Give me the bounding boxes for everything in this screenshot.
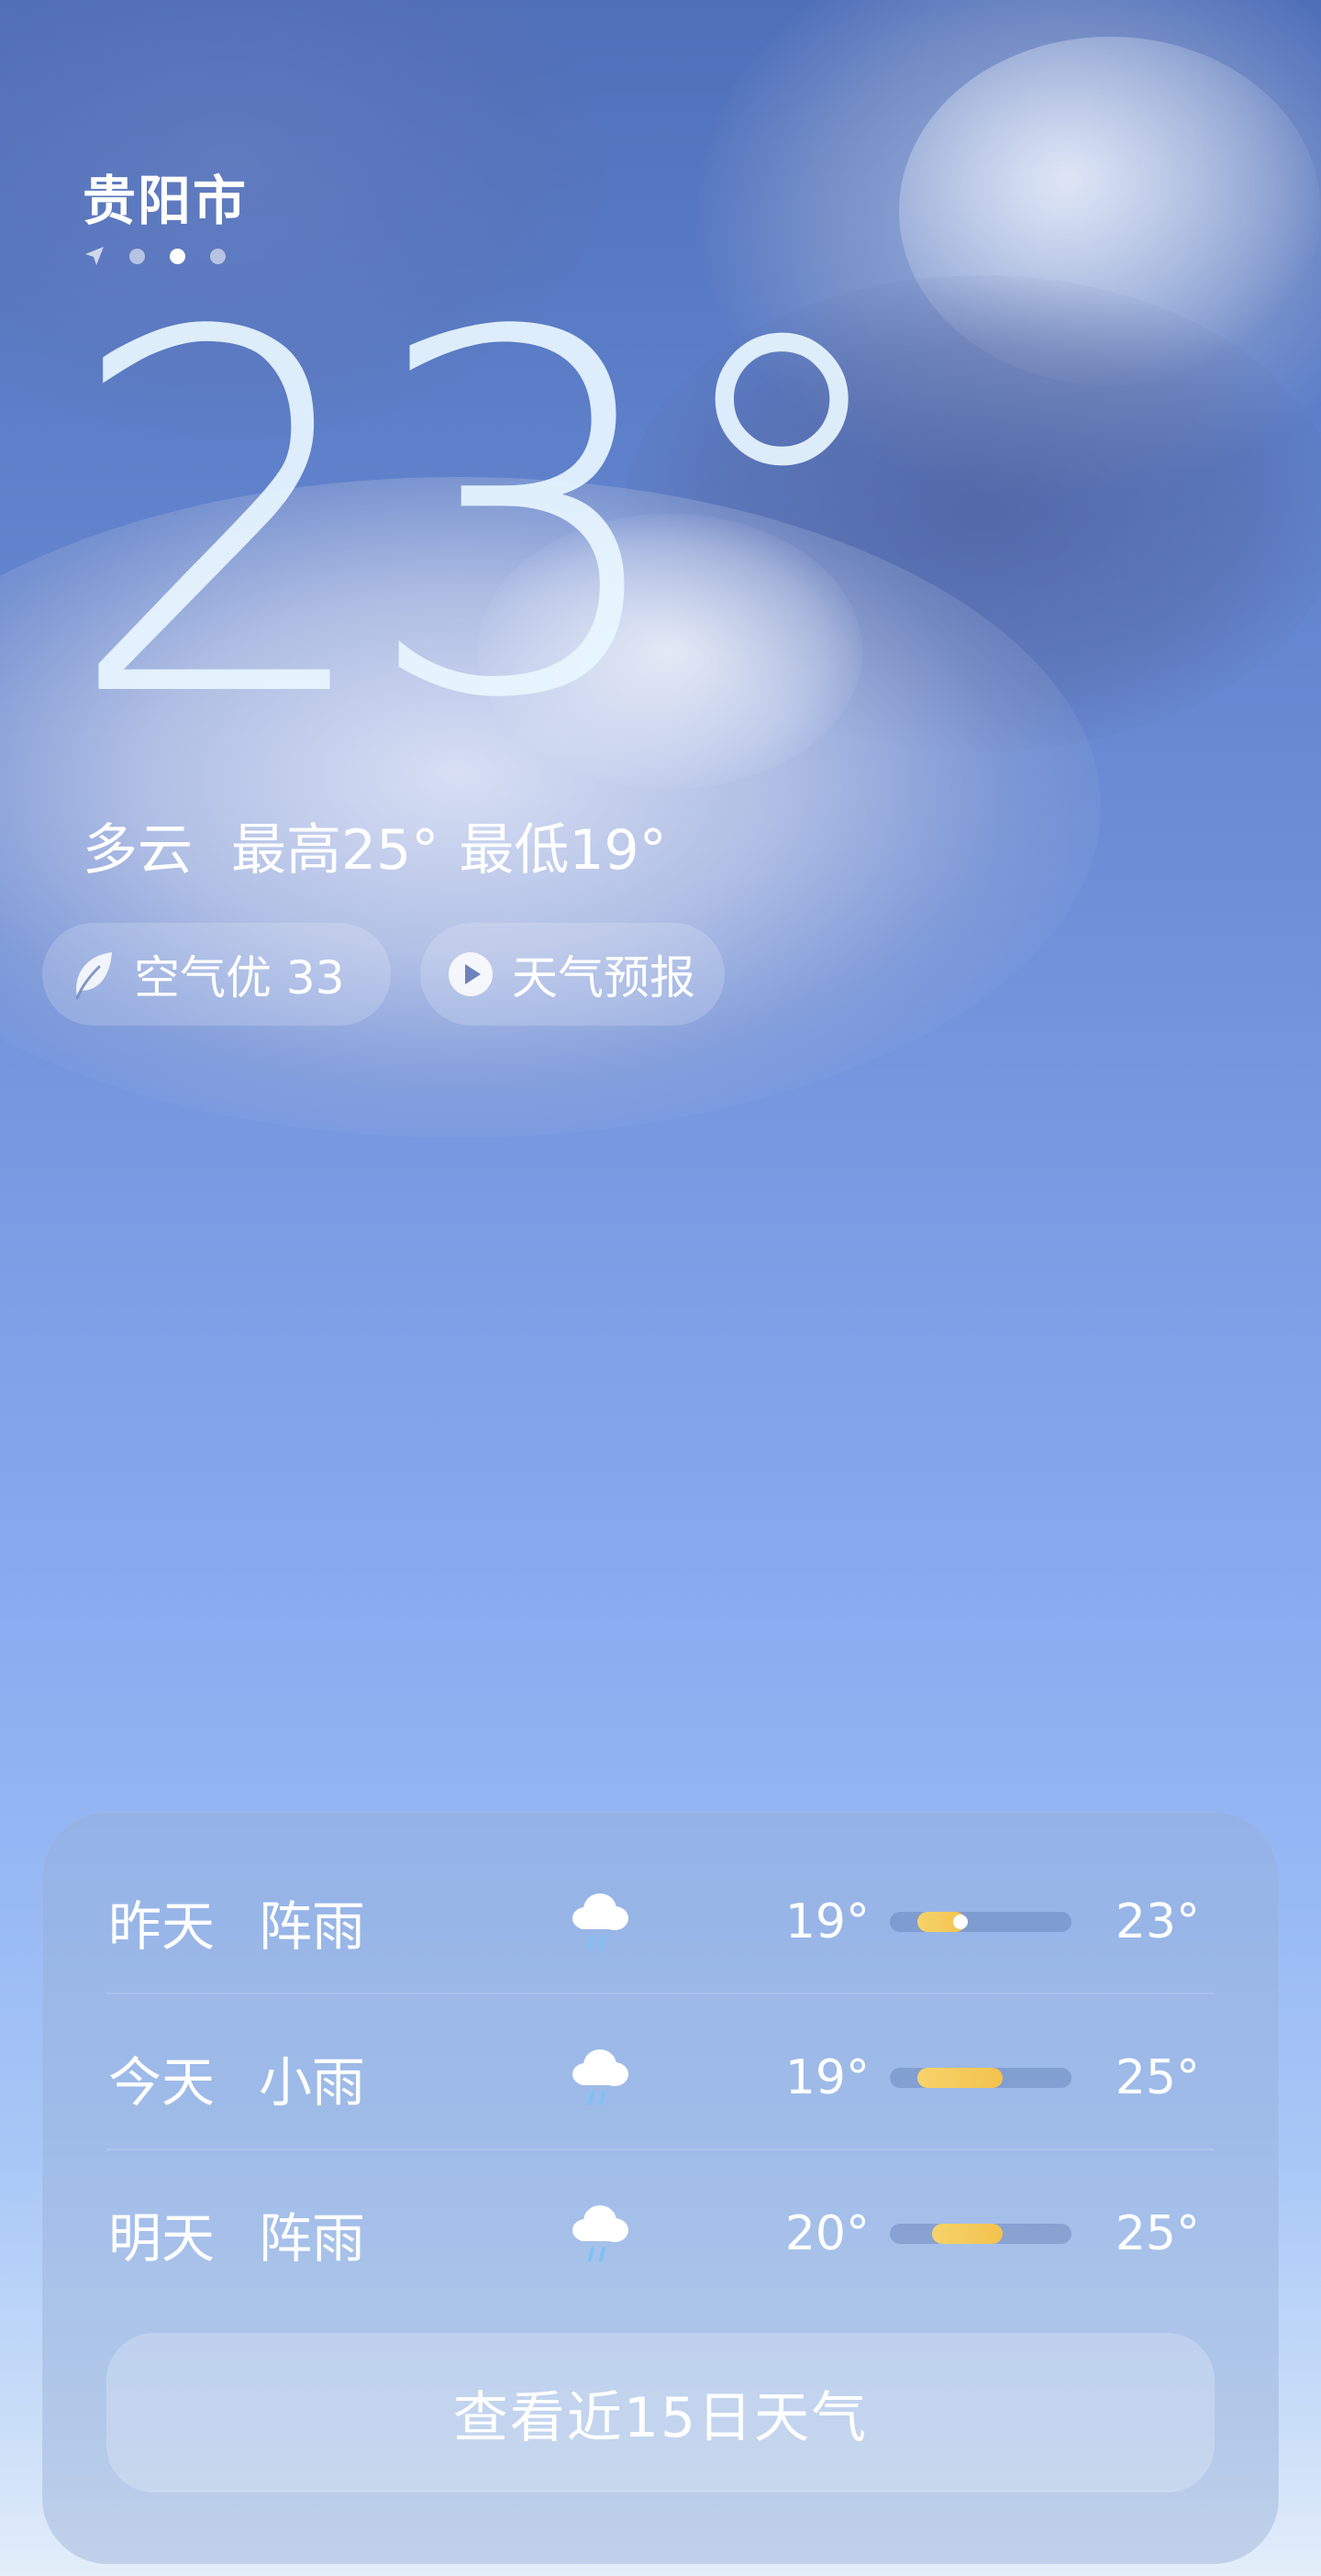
forecast-weather-icon <box>567 1883 633 1960</box>
forecast-high: 25° <box>1115 2206 1200 2261</box>
forecast-high: 25° <box>1115 2050 1200 2105</box>
forecast-row[interactable]: 明天 阵雨 20° 25° <box>42 2156 1279 2312</box>
forecast-day: 昨天 <box>108 1895 216 1958</box>
city-name[interactable]: 贵阳市 <box>83 158 248 235</box>
divider <box>106 2149 1215 2150</box>
high-low: 最高25° 最低19° <box>231 805 667 885</box>
weather-forecast-button[interactable]: 天气预报 <box>420 923 725 1026</box>
shower-rain-icon <box>572 1893 628 1949</box>
shower-rain-icon <box>572 2205 628 2261</box>
weather-summary: 多云 最高25° 最低19° <box>83 805 667 885</box>
daily-forecast-card: 昨天 阵雨 19° 23° 今天 小雨 19° 25° 明天 阵雨 20° 25° 查看近15日天气 <box>42 1812 1279 2564</box>
divider <box>106 1993 1215 1994</box>
current-temperature-marker <box>953 1915 969 1929</box>
air-quality-button[interactable]: 空气优 33 <box>42 923 391 1026</box>
forecast-weather-icon <box>567 2195 633 2272</box>
air-quality-label: 空气优 33 <box>134 951 345 1005</box>
temperature-range-bar <box>890 2068 1071 2088</box>
current-temperature: 23° <box>64 230 905 806</box>
light-rain-icon <box>572 2049 628 2105</box>
weather-screen: 贵阳市 23° 多云 最高25° 最低19° 空气优 33 天气预报 昨天 阵雨 1… <box>0 0 1321 2576</box>
high-temp: 最高25° <box>231 818 439 883</box>
forecast-day: 今天 <box>108 2051 216 2114</box>
play-icon <box>449 952 493 996</box>
temperature-range-bar <box>890 1912 1071 1932</box>
current-condition: 多云 <box>83 818 193 883</box>
forecast-row[interactable]: 今天 小雨 19° 25° <box>42 2000 1279 2156</box>
forecast-condition: 小雨 <box>259 2051 366 2114</box>
low-temp: 最低19° <box>459 818 667 883</box>
forecast-row[interactable]: 昨天 阵雨 19° 23° <box>42 1844 1279 2000</box>
forecast-day: 明天 <box>108 2207 216 2270</box>
forecast-low: 19° <box>784 1894 870 1949</box>
forecast-condition: 阵雨 <box>259 1895 366 1958</box>
temperature-range-fill <box>916 2068 1003 2088</box>
temperature-range-bar <box>890 2224 1071 2244</box>
leaf-icon <box>75 952 112 1000</box>
temperature-range-fill <box>931 2224 1003 2244</box>
forecast-low: 19° <box>784 2050 870 2105</box>
weather-forecast-label: 天气预报 <box>512 951 695 1005</box>
forecast-weather-icon <box>567 2039 633 2116</box>
view-15-day-button[interactable]: 查看近15日天气 <box>106 2333 1215 2493</box>
forecast-high: 23° <box>1115 1894 1200 1949</box>
forecast-condition: 阵雨 <box>259 2207 366 2270</box>
forecast-low: 20° <box>784 2206 870 2261</box>
